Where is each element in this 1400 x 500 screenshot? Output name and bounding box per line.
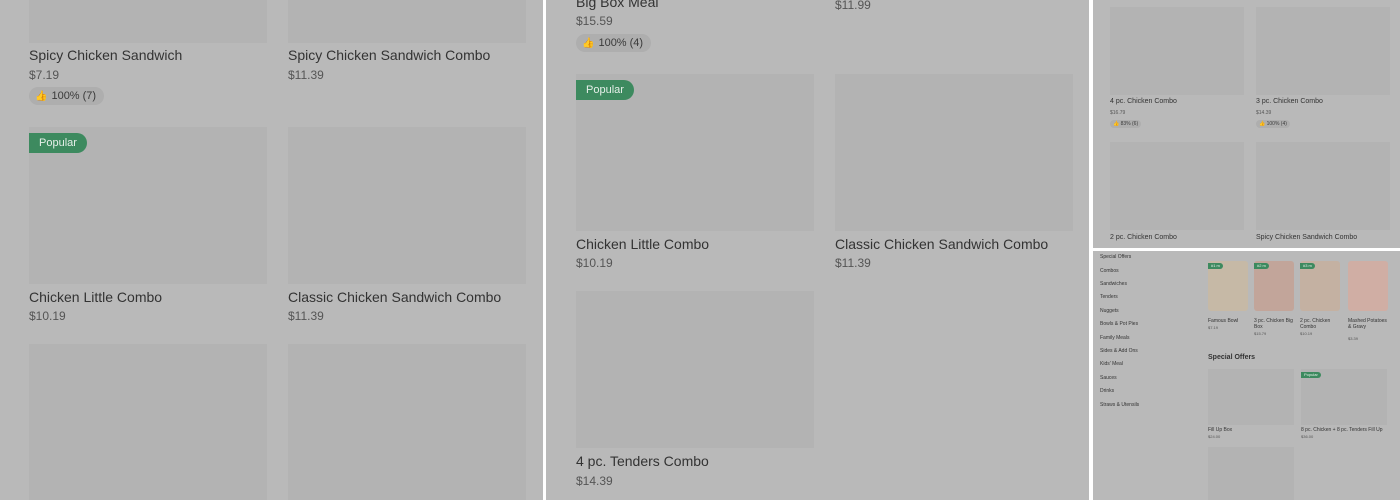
panel-menu-middle: Big Box Meal $15.59 👍 100% (4) $11.99 Pop… bbox=[546, 0, 1089, 500]
item-name[interactable]: Famous Bowl bbox=[1208, 318, 1238, 324]
rank-badge: #1 m bbox=[1208, 263, 1223, 269]
rank-badge: #2 m bbox=[1254, 263, 1269, 269]
item-name[interactable]: Mashed Potatoes & Gravy bbox=[1348, 318, 1388, 330]
popular-badge: Popular bbox=[29, 133, 87, 153]
item-price: $14.39 bbox=[1256, 110, 1272, 116]
item-name[interactable]: 2 pc. Chicken Combo bbox=[1300, 318, 1340, 330]
item-name[interactable]: Chicken Little Combo bbox=[576, 236, 709, 252]
item-price: $7.19 bbox=[1208, 325, 1219, 330]
item-name[interactable]: Spicy Chicken Sandwich Combo bbox=[1256, 234, 1357, 241]
panel-menu-left: Spicy Chicken Sandwich $7.19 👍 100% (7) S… bbox=[0, 0, 543, 500]
item-image[interactable] bbox=[1208, 369, 1294, 425]
item-name[interactable]: 4 pc. Tenders Combo bbox=[576, 453, 709, 469]
item-price: $10.19 bbox=[29, 309, 66, 323]
item-name[interactable]: Classic Chicken Sandwich Combo bbox=[835, 236, 1048, 252]
item-image[interactable] bbox=[29, 344, 267, 500]
thumbs-up-icon: 👍 bbox=[35, 91, 48, 102]
nav-item-sandwiches[interactable]: Sandwiches bbox=[1100, 281, 1127, 287]
popular-badge: Popular bbox=[576, 80, 634, 100]
rating-value: 83% (6) bbox=[1120, 121, 1139, 127]
nav-item-bowls[interactable]: Bowls & Pot Pies bbox=[1100, 321, 1138, 327]
item-image[interactable] bbox=[1110, 7, 1244, 95]
rating-value: 100% (7) bbox=[51, 90, 97, 102]
nav-item-tenders[interactable]: Tenders bbox=[1100, 294, 1118, 300]
rank-badge: #3 m bbox=[1300, 263, 1315, 269]
item-price: $15.59 bbox=[576, 14, 613, 28]
item-name[interactable]: 4 pc. Chicken Combo bbox=[1110, 98, 1177, 105]
item-name[interactable]: 8 pc. Chicken + 8 pc. Tenders Fill Up bbox=[1301, 427, 1382, 433]
rating-badge: 👍 100% (4) bbox=[1256, 120, 1290, 128]
item-price: $11.39 bbox=[288, 309, 324, 323]
item-name[interactable]: 2 pc. Chicken Combo bbox=[1110, 234, 1177, 241]
item-name[interactable]: Spicy Chicken Sandwich Combo bbox=[288, 47, 490, 63]
item-image bbox=[29, 0, 267, 43]
item-price: $14.39 bbox=[576, 474, 613, 488]
item-image[interactable] bbox=[1348, 261, 1388, 311]
section-title: Special Offers bbox=[1208, 354, 1256, 361]
item-image[interactable] bbox=[1208, 447, 1294, 500]
nav-item-combos[interactable]: Combos bbox=[1100, 268, 1119, 274]
nav-item-nuggets[interactable]: Nuggets bbox=[1100, 308, 1119, 314]
nav-item-sauces[interactable]: Sauces bbox=[1100, 375, 1117, 381]
item-price: $16.79 bbox=[1110, 110, 1126, 116]
item-price: $11.99 bbox=[835, 0, 871, 12]
item-name[interactable]: 3 pc. Chicken Big Box bbox=[1254, 318, 1294, 330]
item-name[interactable]: 3 pc. Chicken Combo bbox=[1256, 98, 1323, 105]
nav-item-kids-meal[interactable]: Kids' Meal bbox=[1100, 361, 1123, 367]
item-image[interactable] bbox=[835, 74, 1073, 231]
item-price: $36.00 bbox=[1301, 434, 1314, 439]
item-image bbox=[288, 0, 526, 43]
item-name[interactable]: Chicken Little Combo bbox=[29, 289, 162, 305]
item-price: $24.00 bbox=[1208, 434, 1221, 439]
popular-badge: Popular bbox=[1301, 372, 1321, 378]
nav-item-family-meals[interactable]: Family Meals bbox=[1100, 335, 1129, 341]
nav-item-sides[interactable]: Sides & Add Ons bbox=[1100, 348, 1138, 354]
item-price: $15.79 bbox=[1254, 331, 1267, 336]
rating-badge: 👍 83% (6) bbox=[1110, 120, 1142, 128]
thumbs-up-icon: 👍 bbox=[1259, 121, 1266, 127]
rating-value: 100% (4) bbox=[598, 37, 644, 49]
thumbs-up-icon: 👍 bbox=[1113, 121, 1120, 127]
item-name[interactable]: Classic Chicken Sandwich Combo bbox=[288, 289, 501, 305]
item-image[interactable] bbox=[288, 344, 526, 500]
panel-menu-right-top: 4 pc. Chicken Combo $16.79 👍 83% (6) 3 p… bbox=[1093, 0, 1400, 248]
rating-badge: 👍 100% (4) bbox=[576, 34, 652, 52]
item-price: $11.39 bbox=[288, 68, 324, 82]
panel-menu-overview: Special Offers Combos Sandwiches Tenders… bbox=[1093, 251, 1400, 500]
rating-value: 100% (4) bbox=[1266, 121, 1287, 127]
thumbs-up-icon: 👍 bbox=[582, 38, 595, 49]
nav-item-drinks[interactable]: Drinks bbox=[1100, 388, 1114, 394]
item-price: $11.39 bbox=[835, 256, 871, 270]
item-price: $7.19 bbox=[29, 68, 60, 82]
item-image[interactable] bbox=[288, 127, 526, 284]
item-price: $10.19 bbox=[576, 256, 613, 270]
item-price: $3.39 bbox=[1348, 336, 1359, 341]
item-image[interactable] bbox=[576, 291, 814, 448]
nav-item-straws[interactable]: Straws & Utensils bbox=[1100, 402, 1139, 408]
item-price: $10.19 bbox=[1300, 331, 1313, 336]
item-name[interactable]: Spicy Chicken Sandwich bbox=[29, 47, 182, 63]
item-image[interactable] bbox=[1256, 142, 1390, 230]
item-name[interactable]: Fill Up Box bbox=[1208, 427, 1232, 433]
item-name[interactable]: Big Box Meal bbox=[576, 0, 658, 10]
item-image[interactable] bbox=[1256, 7, 1390, 95]
item-image[interactable] bbox=[1110, 142, 1244, 230]
nav-item-special-offers[interactable]: Special Offers bbox=[1100, 254, 1131, 260]
rating-badge: 👍 100% (7) bbox=[29, 87, 105, 105]
